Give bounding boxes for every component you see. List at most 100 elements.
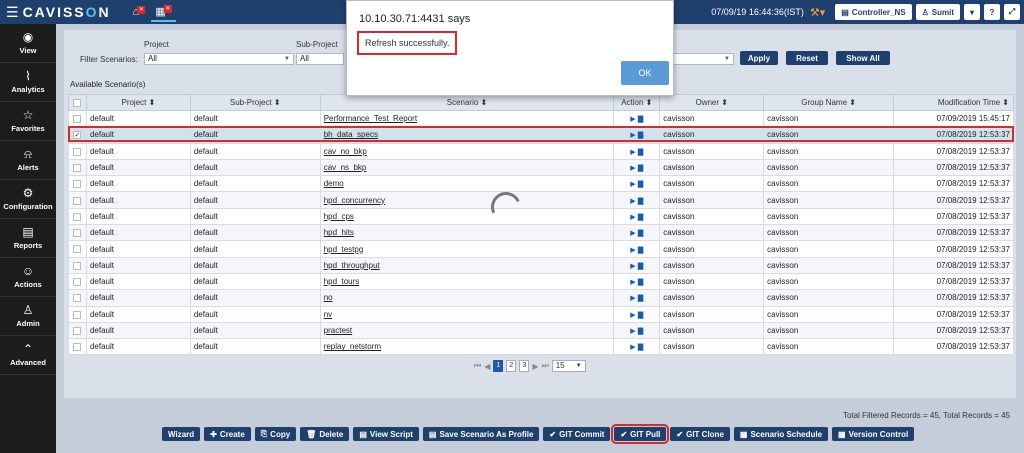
col-scenario[interactable]: Scenario ⬍: [319, 94, 615, 111]
expand-icon[interactable]: ⤢: [1004, 4, 1020, 20]
play-icon[interactable]: ▶: [630, 247, 635, 254]
scenario-link[interactable]: hpd_throughput: [324, 261, 380, 270]
cell-scenario[interactable]: hpd_cps: [319, 207, 615, 226]
cell-scenario[interactable]: hpd_testpg: [319, 240, 615, 258]
play-icon[interactable]: ▶: [630, 295, 635, 302]
scenario-tab[interactable]: ▦✕: [151, 3, 176, 22]
document-icon[interactable]: ▇: [638, 230, 643, 237]
view-script-button[interactable]: ▤ View Script: [353, 427, 419, 441]
first-page-icon[interactable]: ⏮: [474, 361, 481, 371]
table-row[interactable]: default default hpd_testpg ▶ ▇ cavisson cavis…: [68, 240, 1014, 258]
row-checkbox[interactable]: [68, 109, 87, 128]
row-checkbox[interactable]: [68, 191, 87, 209]
play-icon[interactable]: ▶: [630, 149, 635, 156]
wizard-button[interactable]: Wizard: [162, 427, 201, 441]
subproject-select[interactable]: All: [296, 53, 344, 65]
play-icon[interactable]: ▶: [630, 279, 635, 286]
table-row[interactable]: default default no ▶ ▇ cavisson cavisson 07/08…: [68, 289, 1014, 307]
scenario-schedule-button[interactable]: ▦ Scenario Schedule: [733, 427, 829, 441]
scenario-select[interactable]: ▼: [670, 53, 734, 65]
play-icon[interactable]: ▶: [630, 181, 635, 188]
cell-scenario[interactable]: hpd_throughput: [319, 256, 615, 274]
table-row[interactable]: default default hpd_concurrency ▶ ▇ cavisson…: [68, 191, 1014, 209]
table-row[interactable]: default default practest ▶ ▇ cavisson cavisso…: [68, 321, 1014, 340]
sidebar-item-favorites[interactable]: ☆ Favorites: [0, 102, 56, 141]
row-checkbox[interactable]: ✓: [68, 126, 87, 144]
row-checkbox[interactable]: [68, 207, 87, 226]
page-2[interactable]: 2: [506, 360, 517, 372]
scenario-link[interactable]: cav_ns_bkp: [324, 163, 367, 172]
dropdown-chevron-icon[interactable]: ▾: [964, 4, 980, 20]
table-row[interactable]: default default hpd_tours ▶ ▇ cavisson caviss…: [68, 272, 1014, 291]
cell-scenario[interactable]: no: [319, 289, 615, 307]
sidebar-item-configuration[interactable]: ⚙ Configuration: [0, 180, 56, 219]
scenario-link[interactable]: nv: [324, 310, 332, 319]
scenario-link[interactable]: hpd_testpg: [324, 245, 364, 254]
row-checkbox[interactable]: [68, 321, 87, 340]
select-all-checkbox[interactable]: [68, 94, 87, 111]
delete-button[interactable]: 🗑 Delete: [300, 427, 350, 441]
version-control-button[interactable]: ▦ Version Control: [832, 427, 915, 441]
cell-scenario[interactable]: hpd_hits: [319, 224, 615, 242]
scenario-link[interactable]: hpd_concurrency: [324, 196, 385, 205]
sidebar-item-admin[interactable]: ♙ Admin: [0, 297, 56, 336]
row-checkbox[interactable]: [68, 175, 87, 193]
table-row[interactable]: default default replay_netstorm ▶ ▇ cavisson…: [68, 338, 1014, 356]
play-icon[interactable]: ▶: [630, 165, 635, 172]
help-icon[interactable]: ?: [984, 4, 1000, 20]
table-row[interactable]: default default hpd_cps ▶ ▇ cavisson cavisson…: [68, 207, 1014, 226]
page-size-select[interactable]: 15 ▼: [551, 360, 586, 372]
document-icon[interactable]: ▇: [638, 214, 643, 221]
document-icon[interactable]: ▇: [638, 279, 643, 286]
cell-scenario[interactable]: demo: [319, 175, 615, 193]
git-clone-button[interactable]: ✔ GIT Clone: [670, 427, 730, 441]
col-project[interactable]: Project ⬍: [85, 94, 191, 111]
sidebar-item-reports[interactable]: ▤ Reports: [0, 219, 56, 258]
sidebar-item-actions[interactable]: ☺ Actions: [0, 258, 56, 297]
user-button[interactable]: ♙ Sumit: [915, 4, 960, 20]
play-icon[interactable]: ▶: [630, 312, 635, 319]
row-checkbox[interactable]: [68, 289, 87, 307]
scenario-link[interactable]: demo: [324, 179, 344, 188]
cell-scenario[interactable]: cav_no_bkp: [319, 142, 615, 160]
scenario-link[interactable]: hpd_cps: [324, 212, 354, 221]
scenario-link[interactable]: Performance_Test_Report: [324, 114, 417, 123]
table-row[interactable]: ✓ default default bh_data_specs ▶ ▇ cavisson c…: [68, 126, 1014, 144]
cell-scenario[interactable]: cav_ns_bkp: [319, 158, 615, 177]
document-icon[interactable]: ▇: [638, 198, 643, 205]
cell-scenario[interactable]: replay_netstorm: [319, 338, 615, 356]
document-icon[interactable]: ▇: [638, 181, 643, 188]
scenario-link[interactable]: replay_netstorm: [324, 342, 381, 351]
document-icon[interactable]: ▇: [638, 312, 643, 319]
sidebar-item-view[interactable]: ◉ View: [0, 24, 56, 63]
table-row[interactable]: default default hpd_hits ▶ ▇ cavisson cavisso…: [68, 224, 1014, 242]
play-icon[interactable]: ▶: [630, 214, 635, 221]
apply-button[interactable]: Apply: [740, 51, 778, 65]
scenario-link[interactable]: hpd_tours: [324, 277, 360, 286]
play-icon[interactable]: ▶: [630, 198, 635, 205]
col-group-name[interactable]: Group Name ⬍: [763, 94, 895, 111]
play-icon[interactable]: ▶: [630, 116, 635, 123]
cell-scenario[interactable]: hpd_tours: [319, 272, 615, 291]
close-icon[interactable]: ✕: [137, 6, 146, 14]
sidebar-item-advanced[interactable]: ⌃ Advanced: [0, 336, 56, 375]
show-all-button[interactable]: Show All: [836, 51, 890, 65]
row-checkbox[interactable]: [68, 240, 87, 258]
last-page-icon[interactable]: ⏭: [542, 361, 549, 371]
document-icon[interactable]: ▇: [638, 263, 643, 270]
col-subproject[interactable]: Sub-Project ⬍: [189, 94, 321, 111]
next-page-icon[interactable]: ▶: [532, 362, 538, 371]
col-modification-time[interactable]: Modification Time ⬍: [893, 94, 1014, 111]
save-scenario-profile-button[interactable]: ▤ Save Scenario As Profile: [422, 427, 540, 441]
document-icon[interactable]: ▇: [638, 295, 643, 302]
col-action[interactable]: Action ⬍: [613, 94, 661, 111]
page-3[interactable]: 3: [519, 360, 530, 372]
play-icon[interactable]: ▶: [630, 344, 635, 351]
close-icon[interactable]: ✕: [163, 4, 172, 13]
document-icon[interactable]: ▇: [638, 247, 643, 254]
scenario-link[interactable]: cav_no_bkp: [324, 147, 367, 156]
cell-scenario[interactable]: hpd_concurrency: [319, 191, 615, 209]
scenario-link[interactable]: no: [324, 293, 333, 302]
document-icon[interactable]: ▇: [638, 132, 643, 139]
document-icon[interactable]: ▇: [638, 165, 643, 172]
